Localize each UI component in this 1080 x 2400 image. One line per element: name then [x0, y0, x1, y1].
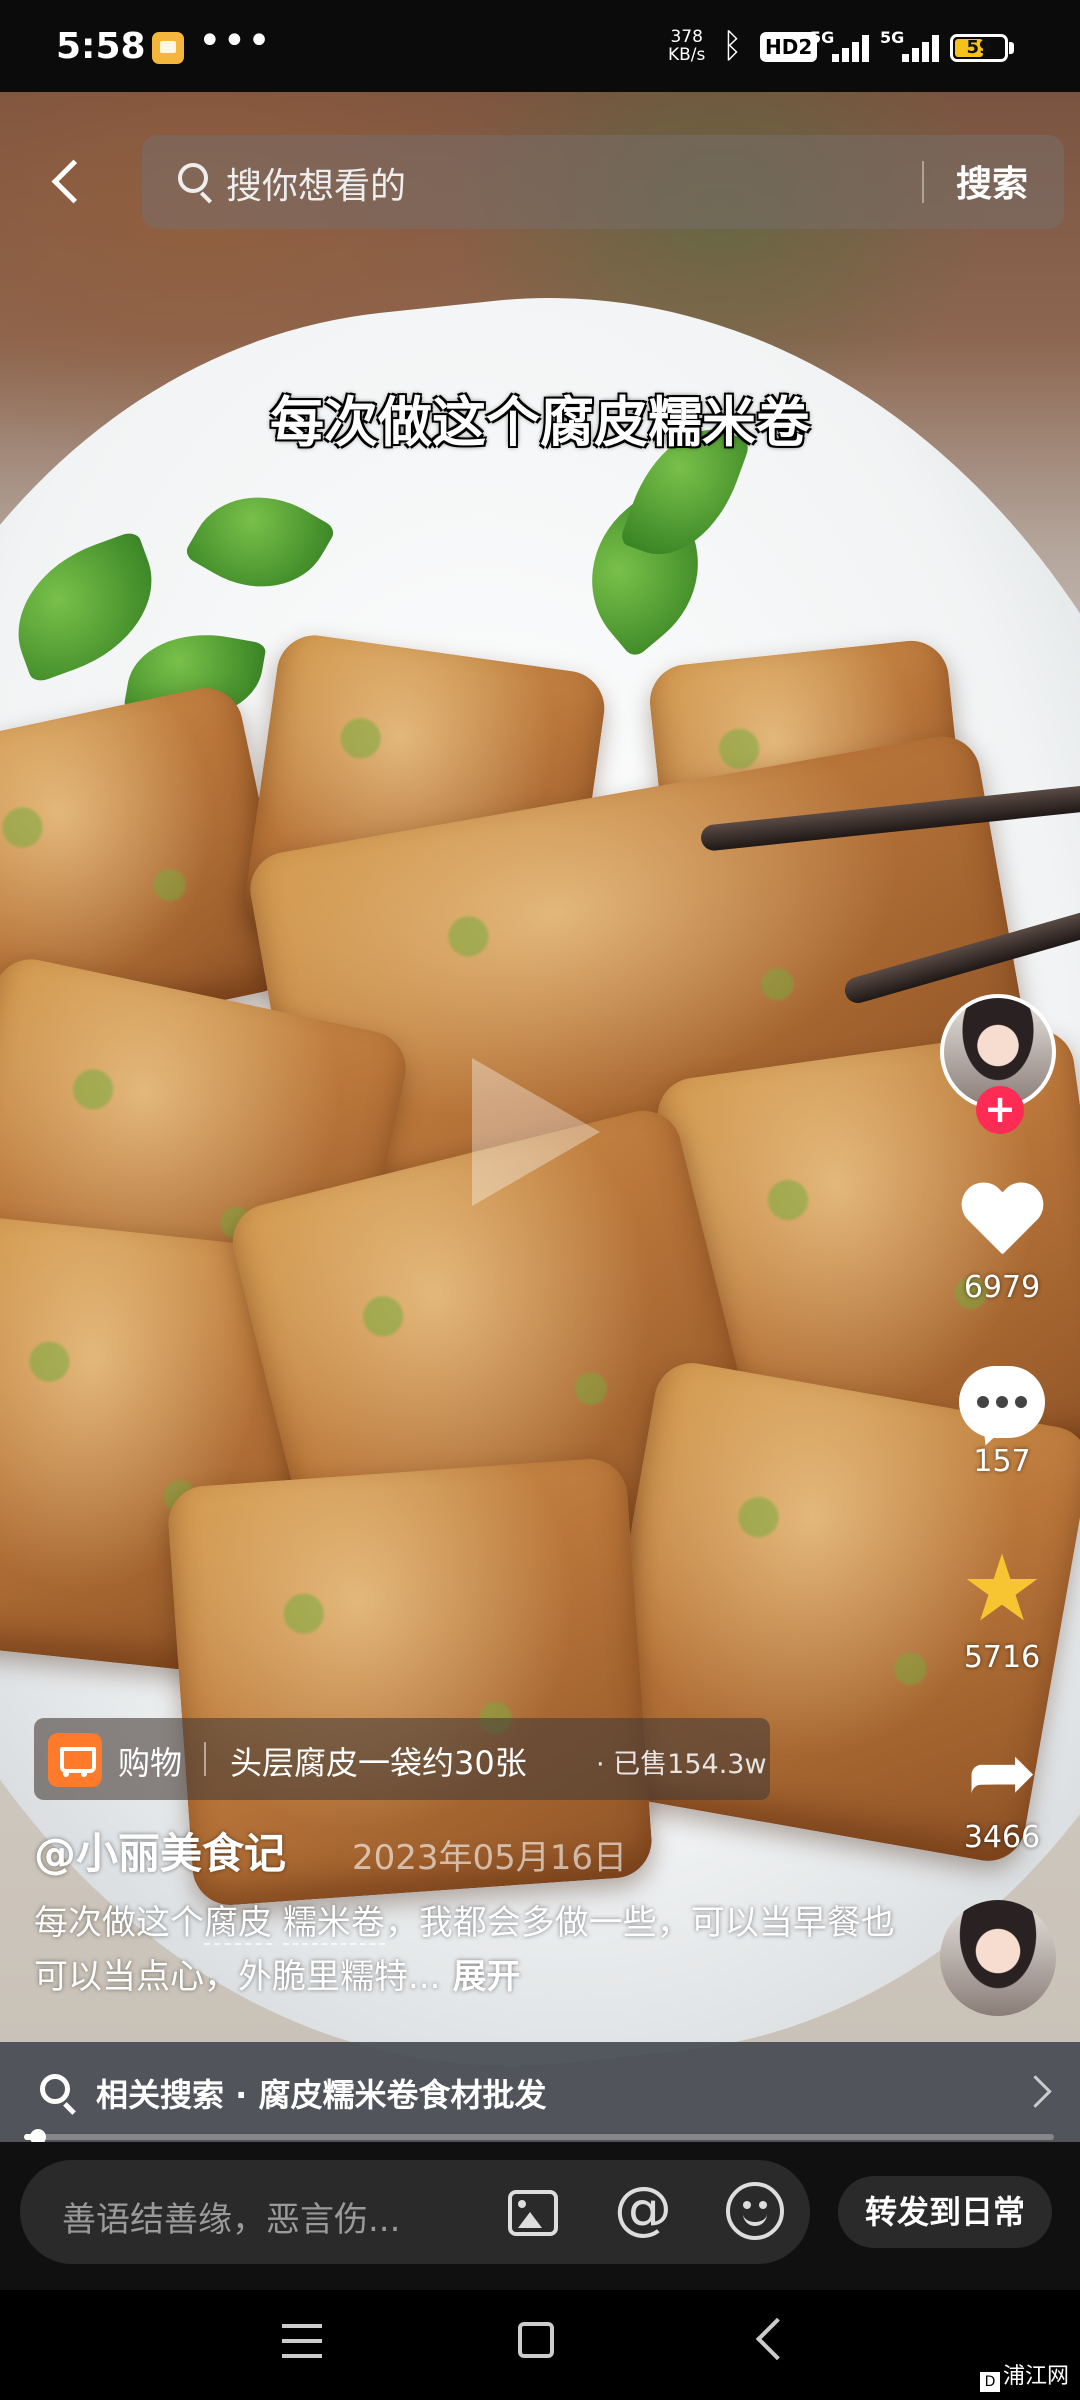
share-arrow-icon: ➦	[966, 1723, 1038, 1821]
product-tag: 购物	[118, 1744, 183, 1782]
image-icon[interactable]	[508, 2190, 558, 2236]
related-search-text: 相关搜索 · 腐皮糯米卷食材批发	[96, 2076, 547, 2114]
favorite-count: 5716	[963, 1640, 1041, 1675]
comment-count: 157	[973, 1444, 1031, 1479]
more-notifications-icon: •••	[198, 18, 272, 64]
like-count: 6979	[963, 1270, 1041, 1305]
favorite-button[interactable]: ★ 5716	[940, 1535, 1064, 1676]
description-text: 每次做这个	[34, 1903, 204, 1943]
home-icon[interactable]	[518, 2322, 554, 2358]
product-card[interactable]: 购物 头层腐皮一袋约30张 · 已售154.3w	[34, 1718, 770, 1800]
signal-network-label-2: 5G	[880, 28, 905, 47]
emoji-icon[interactable]	[726, 2182, 784, 2240]
notification-app-icon	[152, 32, 184, 64]
author-name[interactable]: @小丽美食记	[34, 1820, 286, 1881]
network-speed-unit: KB/s	[668, 45, 706, 65]
recent-apps-icon[interactable]	[282, 2324, 322, 2358]
signal-strength-icon-2: 5G	[880, 28, 942, 66]
description-space	[272, 1903, 283, 1943]
signal-strength-icon: 5G	[810, 28, 872, 66]
system-nav-bar	[0, 2290, 1080, 2400]
signal-network-label: 5G	[810, 28, 835, 47]
product-title: 头层腐皮一袋约30张	[230, 1744, 527, 1782]
search-input[interactable]: 搜你想看的	[226, 157, 406, 209]
search-bar[interactable]: 搜你想看的 搜索	[142, 135, 1064, 229]
shopping-cart-icon	[48, 1733, 102, 1787]
follow-button[interactable]: +	[976, 1086, 1024, 1134]
status-bar: 5:58 ••• 378 KB/s ᛒ HD2 5G 5G 59	[0, 0, 1080, 92]
comment-input[interactable]: 善语结善缘，恶言伤... @	[20, 2160, 810, 2264]
status-time: 5:58	[56, 26, 146, 67]
star-icon: ★	[960, 1535, 1044, 1642]
search-icon	[178, 163, 208, 193]
bluetooth-icon: ᛒ	[722, 26, 743, 66]
music-avatar[interactable]	[940, 1900, 1056, 2016]
comment-bar: 善语结善缘，恶言伤... @ 转发到日常	[0, 2142, 1080, 2290]
video-progress-bar[interactable]	[24, 2129, 1054, 2145]
network-speed-value: 378	[670, 27, 703, 47]
heart-icon	[959, 1184, 1045, 1264]
mention-icon[interactable]: @	[614, 2174, 672, 2242]
hd-voice-icon: HD2	[760, 32, 818, 62]
forward-to-daily-button[interactable]: 转发到日常	[838, 2176, 1052, 2248]
expand-button[interactable]: 展开	[452, 1957, 520, 1997]
search-icon	[40, 2074, 70, 2104]
battery-level: 59	[966, 37, 992, 58]
video-description[interactable]: 每次做这个腐皮 糯米卷，我都会多做一些，可以当早餐也可以当点心，外脆里糯特...…	[34, 1896, 914, 2004]
battery-tip	[1009, 42, 1014, 54]
battery-icon: 59	[950, 34, 1008, 62]
share-button[interactable]: ➦ 3466	[940, 1730, 1064, 1855]
chevron-right-icon	[1024, 2066, 1054, 2118]
play-icon[interactable]	[472, 1058, 600, 1206]
product-sold-count: · 已售154.3w	[596, 1749, 767, 1780]
comment-bubble-icon	[959, 1366, 1045, 1438]
watermark-text: 浦江网	[1003, 2364, 1070, 2389]
comment-placeholder: 善语结善缘，恶言伤...	[62, 2200, 401, 2240]
search-button[interactable]: 搜索	[956, 155, 1028, 207]
watermark: D 浦江网	[980, 2358, 1069, 2392]
share-count: 3466	[963, 1820, 1041, 1855]
search-divider	[922, 161, 924, 203]
network-speed: 378 KB/s	[668, 28, 705, 64]
video-caption: 每次做这个腐皮糯米卷	[270, 391, 810, 454]
back-icon[interactable]	[755, 2317, 799, 2361]
post-date: 2023年05月16日	[352, 1838, 628, 1878]
comment-button[interactable]: 157	[940, 1366, 1064, 1479]
hashtag-link[interactable]: 腐皮	[204, 1903, 272, 1945]
hashtag-link[interactable]: 糯米卷	[282, 1903, 385, 1945]
product-divider	[204, 1742, 206, 1776]
back-button[interactable]	[40, 150, 92, 214]
watermark-logo: D	[980, 2372, 1000, 2392]
like-button[interactable]: 6979	[940, 1184, 1064, 1305]
related-search-bar[interactable]: 相关搜索 · 腐皮糯米卷食材批发	[0, 2042, 1080, 2142]
